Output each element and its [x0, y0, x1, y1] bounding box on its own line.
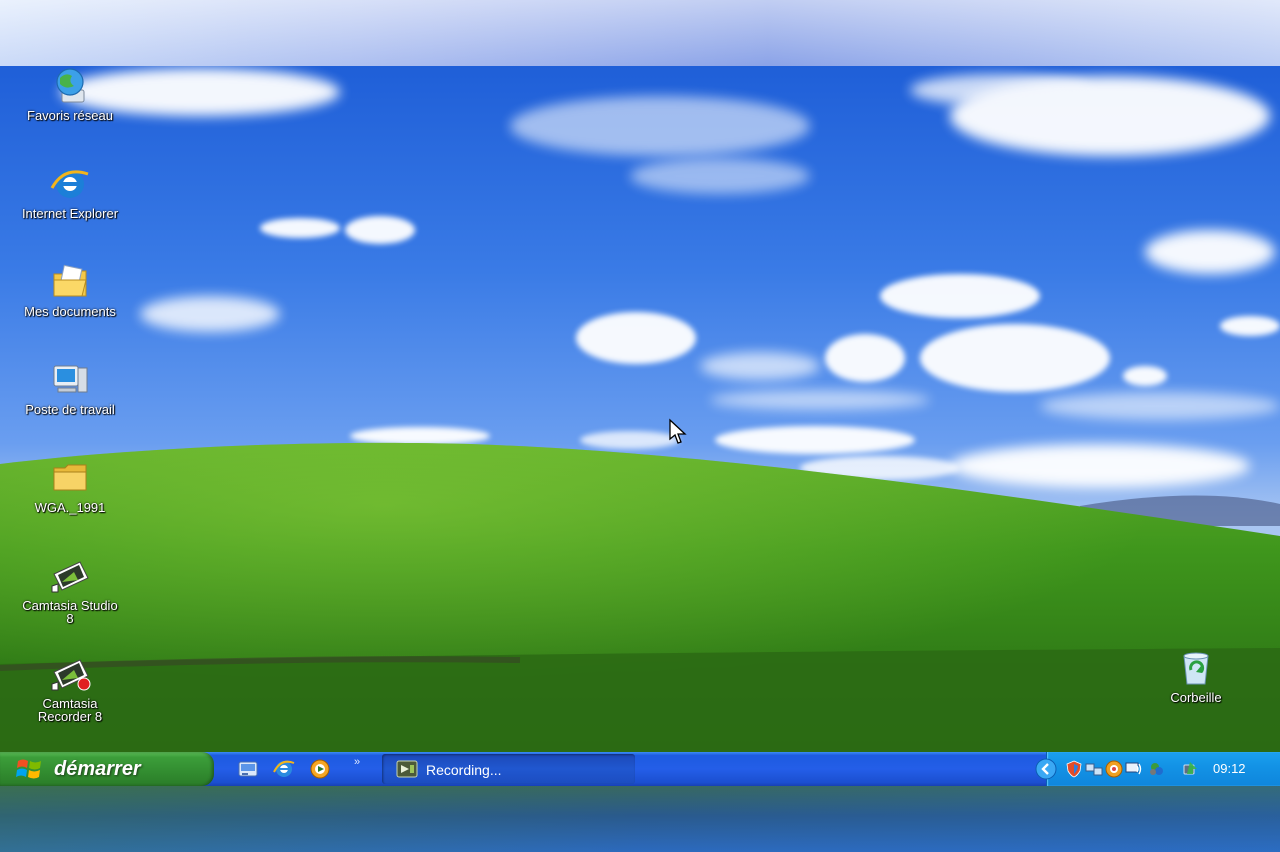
- desktop-icon-label: Mes documents: [24, 304, 116, 319]
- documents-folder-icon: [53, 264, 87, 297]
- volume-icon[interactable]: [1105, 760, 1123, 778]
- camtasia-studio-icon: [51, 561, 89, 593]
- windows-logo-icon: [16, 759, 41, 779]
- system-tray: 09:12: [1035, 752, 1280, 786]
- quick-launch-overflow-chevron[interactable]: »: [354, 756, 360, 768]
- messenger-icon[interactable]: [1147, 760, 1165, 778]
- desktop-icon-label: Camtasia Studio 8: [22, 598, 118, 626]
- desktop[interactable]: Favoris réseau Internet Explorer Mes doc…: [0, 66, 1280, 752]
- video-letterbox-bottom: [0, 786, 1280, 852]
- desktop-icon-wga-1991[interactable]: WGA._1991: [0, 458, 140, 514]
- internet-explorer-icon: [50, 170, 89, 198]
- security-shield-icon[interactable]: [1065, 760, 1083, 778]
- desktop-icon-camtasia-studio[interactable]: Camtasia Studio 8: [0, 556, 140, 625]
- taskbar-clock[interactable]: 09:12: [1213, 761, 1246, 776]
- internet-explorer-icon[interactable]: [272, 758, 296, 780]
- safely-remove-hardware-icon[interactable]: [1181, 760, 1199, 778]
- taskbar: démarrer » Recording... 09:12: [0, 752, 1280, 786]
- desktop-icon-mes-documents[interactable]: Mes documents: [0, 262, 140, 318]
- taskbar-button-label: Recording...: [426, 762, 502, 778]
- start-button[interactable]: démarrer: [0, 752, 214, 786]
- desktop-icon-label: Poste de travail: [25, 402, 115, 417]
- camtasia-recorder-icon: [51, 659, 91, 691]
- wallpaper: [0, 68, 1280, 752]
- camtasia-recording-icon: [396, 760, 418, 778]
- desktop-icon-label: Corbeille: [1170, 690, 1222, 705]
- show-desktop-icon[interactable]: [236, 758, 260, 780]
- computer-icon: [53, 365, 88, 393]
- mouse-cursor-icon: [669, 418, 687, 444]
- show-hidden-icons-chevron[interactable]: [1035, 758, 1057, 780]
- desktop-icon-label: Favoris réseau: [27, 108, 113, 123]
- desktop-icon-label: WGA._1991: [34, 500, 106, 515]
- start-button-label: démarrer: [54, 758, 141, 780]
- desktop-icon-corbeille[interactable]: Corbeille: [1126, 648, 1266, 704]
- desktop-icon-label: Camtasia Recorder 8: [37, 696, 103, 724]
- desktop-icon-camtasia-recorder[interactable]: Camtasia Recorder 8: [0, 654, 140, 723]
- recycle-bin-icon: [1183, 652, 1209, 685]
- network-globe-icon: [56, 68, 85, 103]
- taskbar-button-recording[interactable]: Recording...: [382, 754, 635, 784]
- network-icon[interactable]: [1085, 760, 1103, 778]
- desktop-icon-label: Internet Explorer: [21, 206, 119, 221]
- desktop-icon-internet-explorer[interactable]: Internet Explorer: [0, 164, 140, 220]
- video-letterbox-top: [0, 0, 1280, 66]
- folder-icon: [53, 464, 87, 491]
- desktop-icon-poste-de-travail[interactable]: Poste de travail: [0, 360, 140, 416]
- media-player-icon[interactable]: [308, 758, 332, 780]
- monitor-icon[interactable]: [1125, 760, 1143, 778]
- desktop-icon-favoris-reseau[interactable]: Favoris réseau: [0, 66, 140, 122]
